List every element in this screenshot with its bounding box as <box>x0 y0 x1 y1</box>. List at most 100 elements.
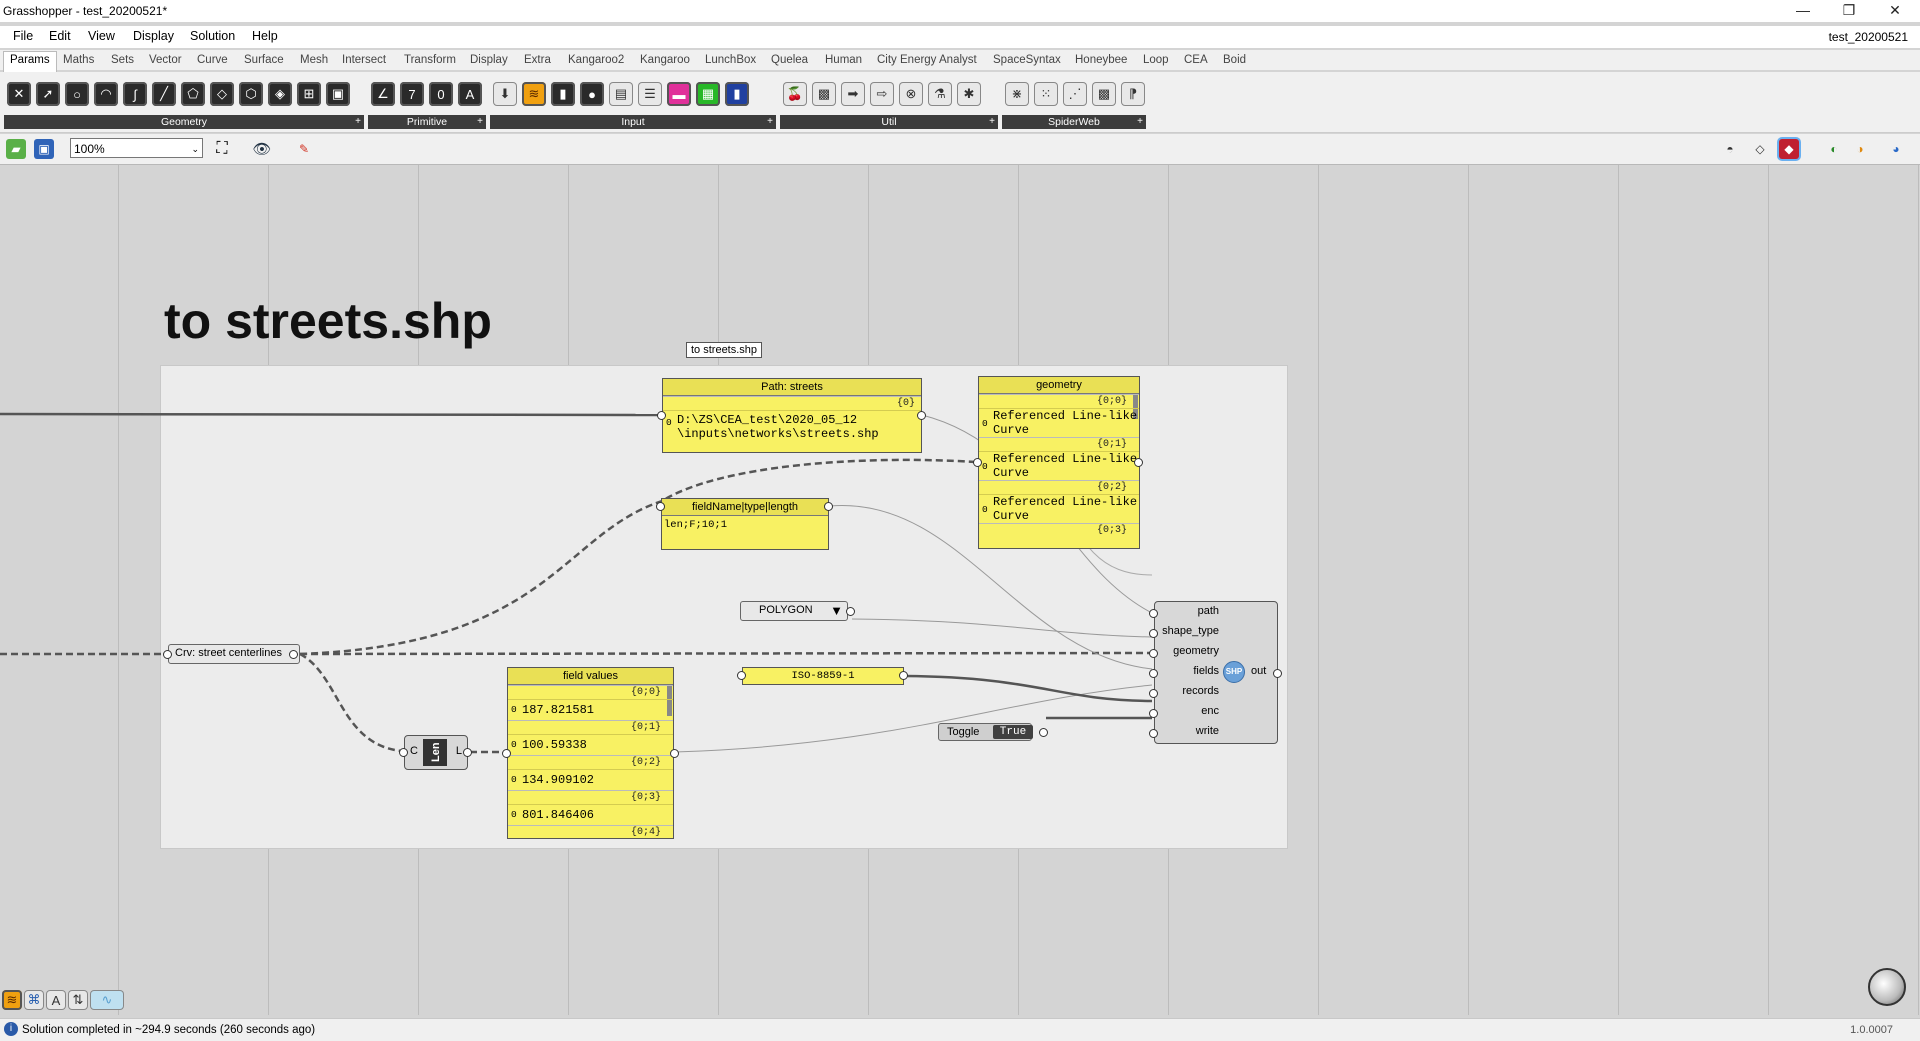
preview-shaded-icon[interactable]: ◇ <box>1750 139 1770 159</box>
tab-loop[interactable]: Loop <box>1143 54 1169 66</box>
menu-file[interactable]: File <box>13 29 33 43</box>
shp-writer-component[interactable]: path shape_type geometry fields records … <box>1154 601 1278 744</box>
geometry-panel[interactable]: geometry {0;0} 0 Referenced Line-like Cur… <box>978 376 1140 549</box>
box-param-icon[interactable]: ✕ <box>7 82 31 106</box>
tab-maths[interactable]: Maths <box>63 54 94 66</box>
spiderweb-graph-icon[interactable]: ⋇ <box>1005 82 1029 106</box>
output-grip[interactable] <box>670 749 679 758</box>
open-file-icon[interactable]: ▰ <box>6 139 26 159</box>
spiderweb-util-icon[interactable]: ⁋ <box>1121 82 1145 106</box>
sort-icon[interactable]: ⇅ <box>68 990 88 1010</box>
import-icon[interactable]: ⬇ <box>493 82 517 106</box>
input-grip[interactable] <box>1149 709 1158 718</box>
galapagos-widget-icon[interactable]: ∿ <box>90 990 124 1010</box>
tab-kangaroo[interactable]: Kangaroo <box>640 54 690 66</box>
document-name[interactable]: test_20200521 <box>1829 30 1908 44</box>
fieldname-panel[interactable]: fieldName|type|length len;F;10;1 <box>661 498 829 550</box>
button-icon[interactable]: ● <box>580 82 604 106</box>
output-grip[interactable] <box>899 671 908 680</box>
tab-boid[interactable]: Boid <box>1223 54 1246 66</box>
spiderweb-mesh-icon[interactable]: ▩ <box>1092 82 1116 106</box>
tab-cea[interactable]: CEA <box>1184 54 1208 66</box>
preview-selected-icon[interactable]: ◆ <box>1779 139 1799 159</box>
render-preview-icon[interactable]: ◑ <box>1850 139 1870 159</box>
tab-quelea[interactable]: Quelea <box>771 54 808 66</box>
line-param-icon[interactable]: ╱ <box>152 82 176 106</box>
toggle-value[interactable]: True <box>993 725 1033 739</box>
cluster-icon[interactable]: ✱ <box>957 82 981 106</box>
minimize-button[interactable]: — <box>1780 0 1826 22</box>
swatch-icon[interactable]: ▦ <box>696 82 720 106</box>
input-grip[interactable] <box>163 650 172 659</box>
tab-vector[interactable]: Vector <box>149 54 182 66</box>
input-grip[interactable] <box>399 748 408 757</box>
gradient-icon[interactable]: ▬ <box>667 82 691 106</box>
mesh-param-icon[interactable]: ⬠ <box>181 82 205 106</box>
output-grip[interactable] <box>917 411 926 420</box>
output-grip[interactable] <box>824 502 833 511</box>
save-file-icon[interactable]: ▣ <box>34 139 54 159</box>
output-grip[interactable] <box>846 607 855 616</box>
angle-param-icon[interactable]: ∠ <box>371 82 395 106</box>
output-grip[interactable] <box>463 748 472 757</box>
boolean-toggle[interactable]: Toggle True <box>938 723 1033 741</box>
curve-param-icon[interactable]: ∫ <box>123 82 147 106</box>
graph-icon[interactable]: ≋ <box>2 990 22 1010</box>
tab-mesh[interactable]: Mesh <box>300 54 328 66</box>
zoom-extents-icon[interactable]: ⛶ <box>212 139 232 159</box>
input-grip[interactable] <box>1149 729 1158 738</box>
shape-type-value-list[interactable]: POLYGON ▼ <box>740 601 848 621</box>
input-grip[interactable] <box>1149 649 1158 658</box>
fitness-landscape-icon[interactable]: ▩ <box>812 82 836 106</box>
input-grip[interactable] <box>737 671 746 680</box>
input-grip[interactable] <box>1149 689 1158 698</box>
menu-display[interactable]: Display <box>133 29 174 43</box>
crv-param[interactable]: Crv: street centerlines <box>168 644 300 664</box>
encoding-panel[interactable]: ISO-8859-1 <box>742 667 904 685</box>
sketch-pen-icon[interactable]: ✎ <box>294 139 314 159</box>
menu-solution[interactable]: Solution <box>190 29 235 43</box>
input-grip[interactable] <box>1149 609 1158 618</box>
surface-param-icon[interactable]: ◈ <box>268 82 292 106</box>
input-grip[interactable] <box>656 502 665 511</box>
input-grip[interactable] <box>1149 669 1158 678</box>
output-grip[interactable] <box>289 650 298 659</box>
brep-param-icon[interactable]: ➚ <box>36 82 60 106</box>
circle-param-icon[interactable]: ○ <box>65 82 89 106</box>
galapagos-icon[interactable]: ⊗ <box>899 82 923 106</box>
group-param-icon[interactable]: ▣ <box>326 82 350 106</box>
dropdown-arrow-icon[interactable]: ▼ <box>830 603 843 618</box>
tab-spacesyntax[interactable]: SpaceSyntax <box>993 54 1061 66</box>
input-grip[interactable] <box>502 749 511 758</box>
menu-view[interactable]: View <box>88 29 115 43</box>
text-param-icon[interactable]: A <box>458 82 482 106</box>
output-grip[interactable] <box>1273 669 1282 678</box>
tab-surface[interactable]: Surface <box>244 54 284 66</box>
restore-button[interactable]: ❐ <box>1826 0 1872 22</box>
tab-display[interactable]: Display <box>470 54 508 66</box>
flask-icon[interactable]: ⚗ <box>928 82 952 106</box>
output-grip[interactable] <box>1134 458 1143 467</box>
document-preview-icon[interactable]: ◐ <box>1824 139 1844 159</box>
expand-input-button[interactable]: + <box>767 115 773 129</box>
tab-sets[interactable]: Sets <box>111 54 134 66</box>
tab-human[interactable]: Human <box>825 54 862 66</box>
preview-wireframe-icon[interactable]: ◓ <box>1720 139 1740 159</box>
menu-help[interactable]: Help <box>252 29 278 43</box>
spiderweb-nodes-icon[interactable]: ⁙ <box>1034 82 1058 106</box>
tab-curve[interactable]: Curve <box>197 54 228 66</box>
relay-icon[interactable]: ⇨ <box>870 82 894 106</box>
tab-honeybee[interactable]: Honeybee <box>1075 54 1127 66</box>
close-button[interactable]: ✕ <box>1872 0 1918 22</box>
boolean-param-icon[interactable]: 0 <box>429 82 453 106</box>
point-param-icon[interactable]: ⬡ <box>239 82 263 106</box>
tab-intersect[interactable]: Intersect <box>342 54 386 66</box>
expand-geometry-button[interactable]: + <box>355 115 361 129</box>
arc-param-icon[interactable]: ◠ <box>94 82 118 106</box>
graph-mapper-icon[interactable]: ≋ <box>522 82 546 106</box>
path-panel[interactable]: Path: streets {0} 0 D:\ZS\CEA_test\2020_… <box>662 378 922 453</box>
input-grip[interactable] <box>1149 629 1158 638</box>
python-icon[interactable]: ⌘ <box>24 990 44 1010</box>
tab-kangaroo2[interactable]: Kangaroo2 <box>568 54 624 66</box>
jump-icon[interactable]: ➡ <box>841 82 865 106</box>
